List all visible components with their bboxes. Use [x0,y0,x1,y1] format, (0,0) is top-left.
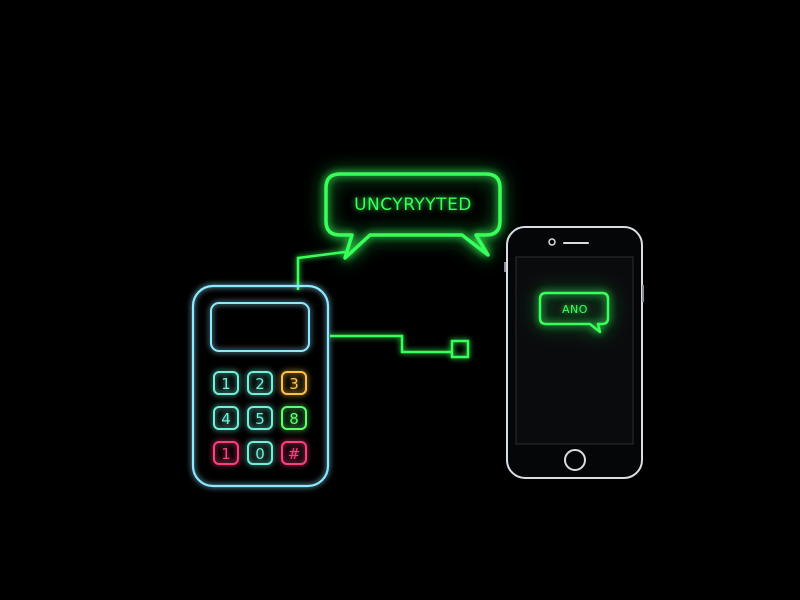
key-label: 3 [289,375,299,393]
connector-node [450,339,470,359]
wire-keypad-to-node [330,334,470,359]
speech-bubble-text: UNCYRYYTED [354,195,472,215]
phone-screen [515,256,634,445]
wire-bubble-to-keypad [296,250,346,290]
speech-bubble [324,172,502,260]
keypad-display [210,302,310,352]
neon-illustration-scene: UNCYRYYTED ANO 1 2 3 4 5 8 1 0 # [0,0,800,600]
key-label: 0 [255,445,265,463]
key-label: 2 [255,375,265,393]
illustration-canvas: UNCYRYYTED ANO 1 2 3 4 5 8 1 0 # [191,172,644,488]
keypad-key-labels: 1 2 3 4 5 8 1 0 # [221,375,300,463]
key-label: 4 [221,410,231,428]
smartphone [504,226,644,479]
key-label: 1 [221,375,231,393]
key-label: 1 [221,445,231,463]
phone-message-text: ANO [562,303,588,316]
key-label: 5 [255,410,265,428]
key-label: 8 [289,410,299,428]
key-label: # [288,445,301,463]
